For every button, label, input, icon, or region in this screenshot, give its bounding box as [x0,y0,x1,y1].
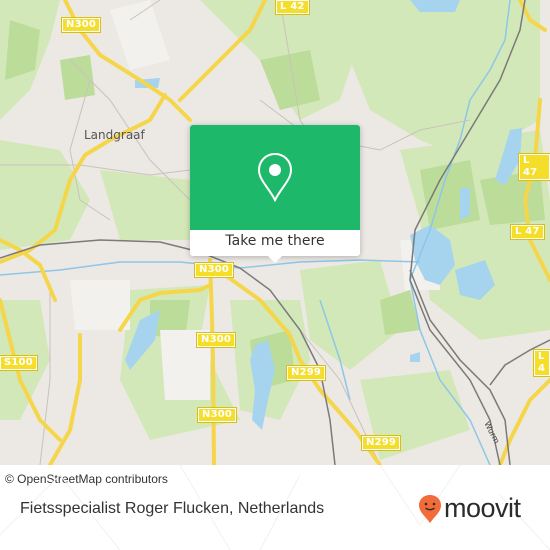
road-shield-l47: L 47 [510,224,545,240]
road-shield-n299: N299 [285,365,327,381]
moovit-wordmark: moovit [444,493,521,523]
footer: Fietsspecialist Roger Flucken, Netherlan… [0,465,550,550]
road-shield-n300: N300 [195,332,237,348]
take-me-there-button[interactable]: Take me there [190,230,360,256]
road-shield-l47: L 47 [518,153,550,181]
moovit-logo-icon [419,494,441,523]
popup-header[interactable] [190,125,360,230]
road-shield-s100: S100 [0,355,38,371]
popup-tail [267,255,283,263]
road-shield-l42: L 42 [275,0,310,15]
popup[interactable]: Take me there [190,125,360,263]
road-shield-n300: N300 [193,262,235,278]
place-label-landgraaf: Landgraaf [84,128,145,142]
moovit-logo[interactable]: moovit [418,493,521,524]
place-title: Fietsspecialist Roger Flucken, Netherlan… [20,500,325,517]
road-shield-l47: L 4 [533,349,550,377]
road-shield-n300: N300 [60,17,102,33]
road-shield-n300: N300 [196,407,238,423]
road-shield-n299: N299 [360,435,402,451]
location-pin-icon [257,152,293,202]
map[interactable]: Landgraaf N300 L 42 L 47 L 47 N300 N300 … [0,0,550,465]
